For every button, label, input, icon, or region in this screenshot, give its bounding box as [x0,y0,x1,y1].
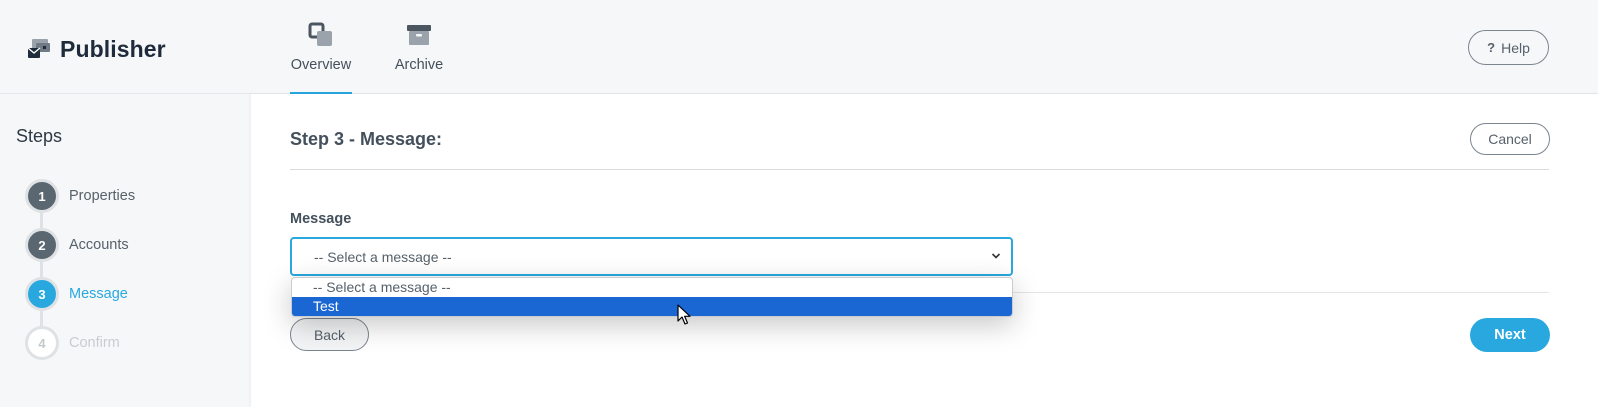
divider [1013,292,1549,293]
overview-icon [308,22,332,46]
step-number: 3 [25,277,59,311]
step-label: Confirm [69,335,120,351]
mouse-cursor-icon [677,304,691,325]
step-message[interactable]: 3 Message [25,277,128,311]
help-button[interactable]: ? Help [1468,30,1549,65]
divider [290,169,1549,170]
app-title: Publisher [60,35,166,62]
archive-icon [407,25,431,45]
help-label: Help [1501,39,1530,56]
dropdown-option[interactable]: -- Select a message -- [292,278,1012,297]
step-properties[interactable]: 1 Properties [25,179,135,213]
main-panel: Step 3 - Message: Cancel Message -- Sele… [251,94,1598,407]
nav-archive-label: Archive [394,57,444,73]
step-label: Message [69,286,128,302]
step-label: Accounts [69,237,129,253]
message-dropdown-list: -- Select a message -- Test [291,277,1013,317]
nav-overview[interactable]: Overview [290,20,352,94]
dropdown-option[interactable]: Test [292,297,1012,316]
steps-title: Steps [16,126,63,146]
nav-archive[interactable]: Archive [388,20,450,94]
page-title: Step 3 - Message: [290,129,443,149]
step-accounts[interactable]: 2 Accounts [25,228,129,262]
cancel-button[interactable]: Cancel [1470,123,1550,155]
steps-panel: Steps 1 Properties 2 Accounts 3 Message … [0,94,250,407]
nav-overview-label: Overview [290,57,352,73]
question-icon: ? [1487,40,1496,55]
chevron-down-icon [991,253,1001,259]
message-field-label: Message [290,211,352,227]
publisher-logo-icon [27,39,50,58]
step-label: Properties [69,188,136,204]
brand[interactable]: Publisher [26,35,166,63]
step-number: 4 [25,326,59,360]
main-nav: Overview Archive [290,20,450,94]
step-number: 1 [25,179,59,213]
top-bar: Publisher Overview Archive ? Help [0,0,1598,94]
step-confirm: 4 Confirm [25,326,120,360]
next-button[interactable]: Next [1470,318,1550,352]
message-select[interactable]: -- Select a message -- [290,237,1013,276]
step-number: 2 [25,228,59,262]
back-button[interactable]: Back [290,318,369,351]
message-select-value: -- Select a message -- [314,248,452,265]
